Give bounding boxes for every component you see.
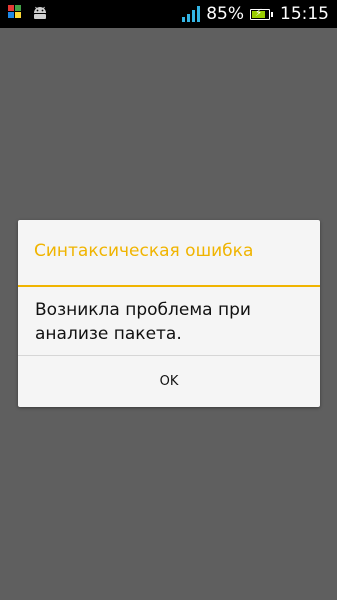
dialog-message: Возникла проблема при анализе пакета. [35,300,251,344]
charging-bolt-icon: ⚡ [255,7,263,19]
dialog-title: Синтаксическая ошибка [34,241,254,261]
clock: 15:15 [280,4,329,24]
signal-icon [182,6,201,22]
status-bar: 85% ⚡ 15:15 [0,0,337,28]
ok-button[interactable]: OK [18,356,320,407]
error-dialog: Синтаксическая ошибка Возникла проблема … [18,220,320,407]
battery-percent: 85% [206,4,244,24]
android-debug-icon [32,5,48,19]
battery-charging-icon: ⚡ [250,7,273,20]
notification-icons [8,5,48,19]
title-divider [18,285,320,287]
app-grid-icon [8,5,22,19]
system-indicators: 85% ⚡ 15:15 [182,3,329,25]
